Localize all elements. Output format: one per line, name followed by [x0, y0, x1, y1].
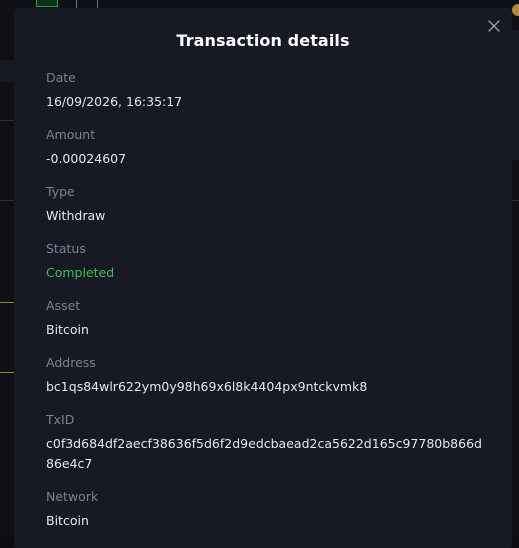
bitcoin-icon	[512, 4, 519, 16]
network-value: Bitcoin	[46, 513, 89, 528]
type-label: Type	[46, 184, 75, 199]
txid-value[interactable]: c0f3d684df2aecf38636f5d6f2d9edcbaead2ca5…	[46, 434, 486, 474]
type-field: Type Withdraw	[46, 184, 486, 226]
background-chart-line	[0, 372, 14, 373]
address-label: Address	[46, 355, 96, 370]
asset-field: Asset Bitcoin	[46, 298, 486, 340]
transaction-details-modal: Transaction details Date 16/09/2026, 16:…	[14, 8, 512, 548]
address-field: Address bc1qs84wlr622ym0y98h69x6l8k4404p…	[46, 355, 486, 397]
status-value: Completed	[46, 265, 115, 280]
network-field: Network Bitcoin	[46, 489, 486, 531]
asset-value: Bitcoin	[46, 322, 89, 337]
amount-field: Amount -0.00024607	[46, 127, 486, 169]
status-field: Status Completed	[46, 241, 486, 283]
date-label: Date	[46, 70, 76, 85]
modal-title: Transaction details	[176, 31, 350, 50]
amount-label: Amount	[46, 127, 96, 142]
background-chart-line	[0, 302, 14, 303]
background-panel	[512, 30, 519, 160]
transaction-fields: Date 16/09/2026, 16:35:17 Amount -0.0002…	[46, 70, 486, 546]
address-value[interactable]: bc1qs84wlr622ym0y98h69x6l8k4404px9ntckvm…	[46, 377, 486, 397]
background-divider	[0, 120, 14, 121]
background-divider	[512, 200, 519, 201]
date-field: Date 16/09/2026, 16:35:17	[46, 70, 486, 112]
date-value: 16/09/2026, 16:35:17	[46, 94, 183, 109]
amount-value: -0.00024607	[46, 151, 127, 166]
txid-field: TxID c0f3d684df2aecf38636f5d6f2d9edcbaea…	[46, 412, 486, 474]
txid-label: TxID	[46, 412, 75, 427]
background-indicator	[36, 0, 58, 7]
network-label: Network	[46, 489, 99, 504]
asset-label: Asset	[46, 298, 81, 313]
background-panel	[0, 60, 14, 82]
status-label: Status	[46, 241, 86, 256]
type-value: Withdraw	[46, 208, 106, 223]
background-divider	[0, 200, 14, 201]
